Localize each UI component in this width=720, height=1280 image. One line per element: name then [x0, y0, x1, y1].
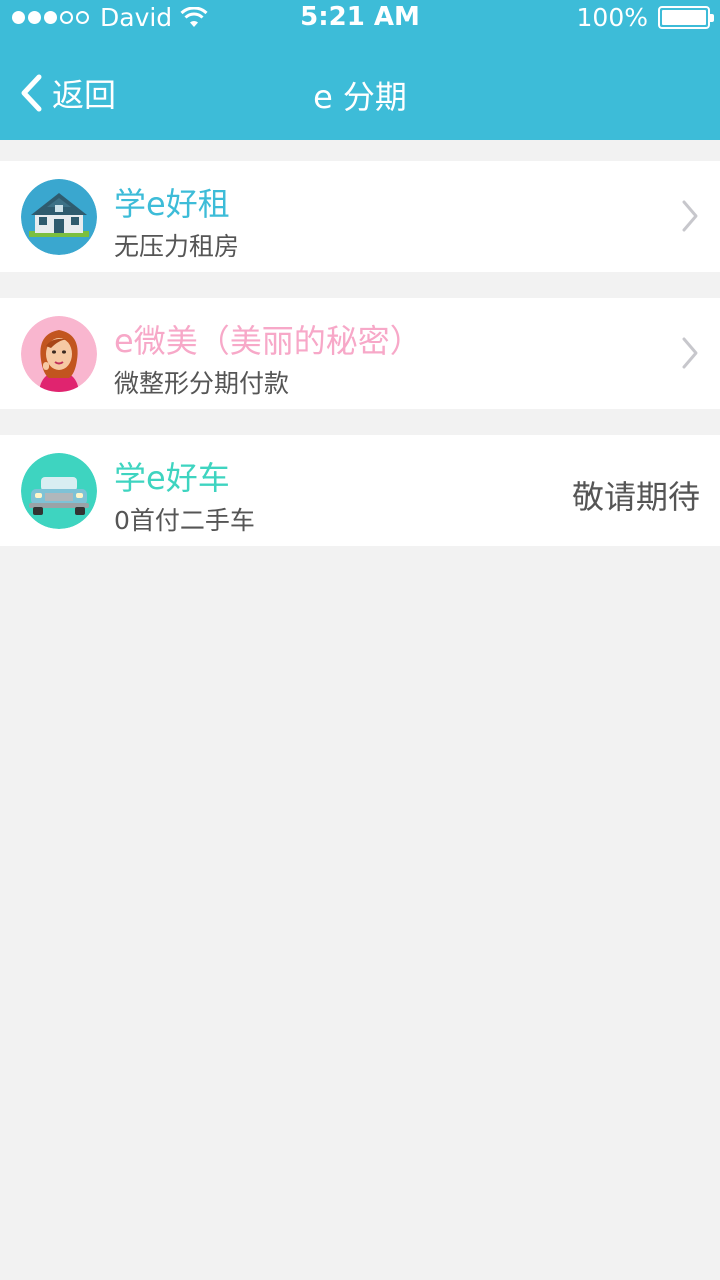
- item-title: e微美（美丽的秘密）: [114, 322, 422, 360]
- item-title: 学e好车: [114, 459, 230, 497]
- chevron-right-icon: [682, 200, 698, 232]
- page-title: e 分期: [313, 78, 407, 116]
- header: David 5:21 AM 100% 返回 e 分期: [0, 0, 720, 140]
- house-icon: [21, 179, 97, 255]
- battery-percent: 100%: [576, 3, 648, 32]
- item-subtitle: 无压力租房: [114, 232, 240, 261]
- battery-icon: [658, 6, 714, 29]
- coming-soon-label: 敬请期待: [571, 478, 700, 516]
- chevron-right-icon: [682, 337, 698, 369]
- item-subtitle: 0首付二手车: [114, 506, 255, 535]
- status-right: 100%: [576, 3, 714, 32]
- item-subtitle: 微整形分期付款: [114, 369, 290, 398]
- woman-icon: [21, 316, 97, 392]
- list-item-beauty[interactable]: e微美（美丽的秘密） 微整形分期付款: [0, 298, 720, 409]
- list-item-car[interactable]: 学e好车 0首付二手车 敬请期待: [0, 435, 720, 546]
- item-title: 学e好租: [114, 185, 230, 223]
- car-icon: [21, 453, 97, 529]
- status-bar: David 5:21 AM 100%: [0, 0, 720, 36]
- navigation-bar: 返回 e 分期: [0, 50, 720, 130]
- list-item-rent[interactable]: 学e好租 无压力租房: [0, 161, 720, 272]
